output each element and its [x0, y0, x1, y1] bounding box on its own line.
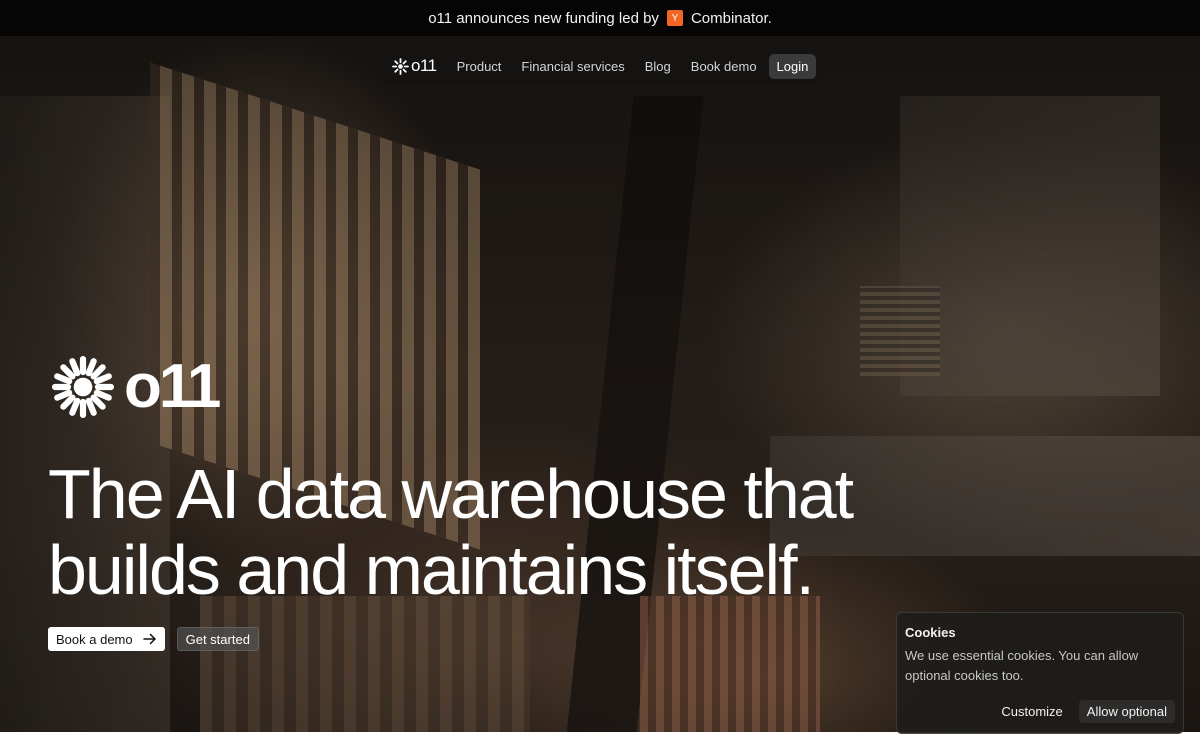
sunburst-logo-icon [52, 356, 114, 418]
cookie-title: Cookies [905, 625, 956, 640]
y-combinator-logo-icon: Y [666, 10, 683, 26]
nav-logo[interactable]: o11 [392, 56, 437, 76]
book-demo-button[interactable]: Book a demo [48, 627, 165, 651]
nav-link-financial-services[interactable]: Financial services [511, 53, 634, 80]
hero-headline-line-1: The AI data warehouse that [48, 455, 854, 533]
cookie-actions: Customize Allow optional [993, 700, 1175, 723]
hero-brand: o11 [52, 352, 221, 421]
hero-cta-row: Book a demo Get started [48, 627, 259, 651]
hero-headline-line-2: builds and maintains itself. [48, 531, 815, 609]
login-button[interactable]: Login [768, 53, 817, 79]
top-nav: o11 Product Financial services Blog Book… [382, 48, 818, 84]
announcement-text: o11 announces new funding led by [428, 9, 659, 27]
book-demo-label: Book a demo [56, 631, 133, 647]
nav-link-product[interactable]: Product [447, 53, 512, 80]
page-bottom-strip [0, 732, 1200, 750]
get-started-button[interactable]: Get started [176, 627, 259, 651]
customize-cookies-button[interactable]: Customize [993, 700, 1070, 723]
hero-brand-text: o11 [124, 352, 221, 421]
allow-optional-cookies-button[interactable]: Allow optional [1078, 700, 1175, 723]
cookie-text: We use essential cookies. You can allow … [905, 648, 1139, 683]
nav-link-blog[interactable]: Blog [635, 53, 681, 80]
sunburst-logo-icon [392, 57, 409, 75]
announcement-bar[interactable]: o11 announces new funding led by Y Combi… [0, 0, 1200, 36]
nav-logo-text: o11 [411, 56, 437, 75]
cookie-banner: Cookies We use essential cookies. You ca… [896, 612, 1184, 734]
arrow-right-icon [142, 633, 156, 645]
nav-link-book-demo[interactable]: Book demo [681, 53, 767, 80]
announcement-combinator: Combinator. [690, 9, 772, 27]
hero-headline: The AI data warehouse that builds and ma… [48, 456, 928, 608]
